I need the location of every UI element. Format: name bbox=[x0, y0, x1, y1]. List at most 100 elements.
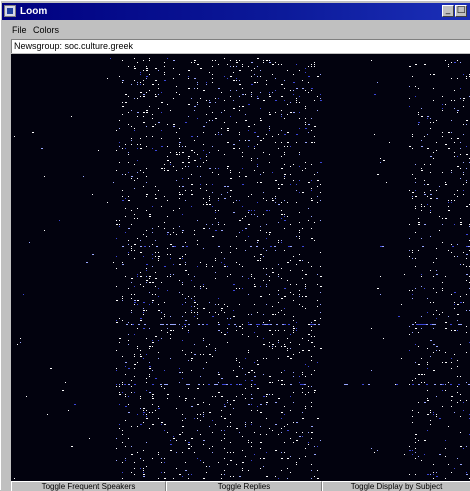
message-dot bbox=[296, 462, 297, 463]
message-dot bbox=[140, 318, 142, 319]
message-dot bbox=[454, 292, 456, 293]
message-dot bbox=[254, 148, 255, 149]
message-dot bbox=[445, 362, 447, 363]
message-dot bbox=[212, 82, 213, 83]
message-dot bbox=[251, 410, 252, 411]
message-dot bbox=[300, 384, 302, 385]
message-dot bbox=[288, 324, 290, 325]
message-dot bbox=[311, 266, 312, 267]
message-dot bbox=[415, 344, 416, 345]
message-dot bbox=[230, 246, 231, 247]
message-dot bbox=[311, 66, 312, 67]
message-dot bbox=[260, 254, 262, 255]
message-dot bbox=[445, 448, 446, 449]
message-dot bbox=[167, 232, 169, 233]
message-dot bbox=[158, 84, 159, 85]
message-dot bbox=[287, 262, 289, 263]
minimize-icon[interactable]: _ bbox=[442, 5, 454, 17]
message-dot bbox=[404, 274, 405, 275]
message-dot bbox=[266, 324, 268, 325]
message-dot bbox=[173, 68, 174, 69]
message-dot bbox=[275, 476, 276, 477]
message-dot bbox=[146, 310, 147, 311]
message-dot bbox=[155, 198, 157, 199]
message-dot bbox=[457, 314, 459, 315]
message-dot bbox=[257, 360, 258, 361]
message-dot bbox=[197, 318, 198, 319]
message-dot bbox=[383, 160, 385, 161]
message-dot bbox=[206, 204, 208, 205]
message-dot bbox=[218, 150, 219, 151]
message-dot bbox=[200, 286, 201, 287]
message-dot bbox=[131, 176, 133, 177]
message-dot bbox=[430, 74, 431, 75]
message-dot bbox=[317, 478, 319, 479]
loom-app-icon[interactable] bbox=[4, 5, 16, 17]
message-dot bbox=[155, 256, 156, 257]
message-dot bbox=[146, 282, 147, 283]
message-dot bbox=[167, 290, 168, 291]
message-dot-plot[interactable] bbox=[11, 54, 470, 481]
message-dot bbox=[164, 478, 166, 479]
message-dot bbox=[266, 452, 267, 453]
message-dot bbox=[263, 152, 264, 153]
message-dot bbox=[287, 424, 288, 425]
message-dot bbox=[152, 136, 153, 137]
message-dot bbox=[206, 84, 207, 85]
message-dot bbox=[215, 212, 216, 213]
message-dot bbox=[65, 382, 66, 383]
message-dot bbox=[458, 384, 460, 385]
message-dot bbox=[466, 474, 468, 475]
message-dot bbox=[290, 410, 291, 411]
message-dot bbox=[290, 260, 291, 261]
message-dot bbox=[290, 224, 291, 225]
message-dot bbox=[311, 426, 313, 427]
message-dot bbox=[155, 252, 156, 253]
message-dot bbox=[119, 342, 120, 343]
message-dot bbox=[412, 416, 413, 417]
message-dot bbox=[466, 472, 467, 473]
message-dot bbox=[281, 142, 282, 143]
message-dot bbox=[209, 196, 210, 197]
message-dot bbox=[439, 418, 441, 419]
message-dot bbox=[126, 324, 128, 325]
message-dot bbox=[284, 308, 285, 309]
message-dot bbox=[457, 376, 458, 377]
message-dot bbox=[203, 340, 204, 341]
message-dot bbox=[457, 166, 459, 167]
maximize-icon[interactable]: □ bbox=[455, 5, 467, 17]
message-dot bbox=[131, 386, 132, 387]
message-dot bbox=[221, 410, 222, 411]
message-dot bbox=[158, 454, 159, 455]
menu-colors[interactable]: Colors bbox=[31, 23, 61, 37]
message-dot bbox=[454, 194, 455, 195]
message-dot bbox=[116, 368, 117, 369]
message-dot bbox=[218, 314, 219, 315]
message-dot bbox=[233, 316, 235, 317]
message-dot bbox=[152, 384, 154, 385]
message-dot bbox=[194, 110, 195, 111]
message-dot bbox=[293, 82, 295, 83]
message-dot bbox=[167, 170, 169, 171]
message-dot bbox=[293, 74, 294, 75]
message-dot bbox=[305, 90, 306, 91]
message-dot bbox=[122, 462, 123, 463]
message-dot bbox=[131, 392, 132, 393]
loom-visualization-canvas[interactable] bbox=[11, 54, 470, 481]
message-dot bbox=[218, 382, 219, 383]
newsgroup-field[interactable]: Newsgroup: soc.culture.greek bbox=[11, 39, 470, 53]
message-dot bbox=[233, 100, 234, 101]
message-dot bbox=[194, 78, 196, 79]
message-dot bbox=[203, 414, 204, 415]
message-dot bbox=[174, 324, 176, 325]
message-dot bbox=[230, 96, 231, 97]
message-dot bbox=[287, 132, 289, 133]
message-dot bbox=[161, 138, 162, 139]
message-dot bbox=[182, 256, 183, 257]
message-dot bbox=[218, 372, 219, 373]
title-bar[interactable]: Loom _ □ bbox=[2, 3, 470, 20]
message-dot bbox=[377, 288, 379, 289]
message-dot bbox=[311, 64, 312, 65]
menu-file[interactable]: File bbox=[10, 23, 29, 37]
message-dot bbox=[230, 178, 232, 179]
